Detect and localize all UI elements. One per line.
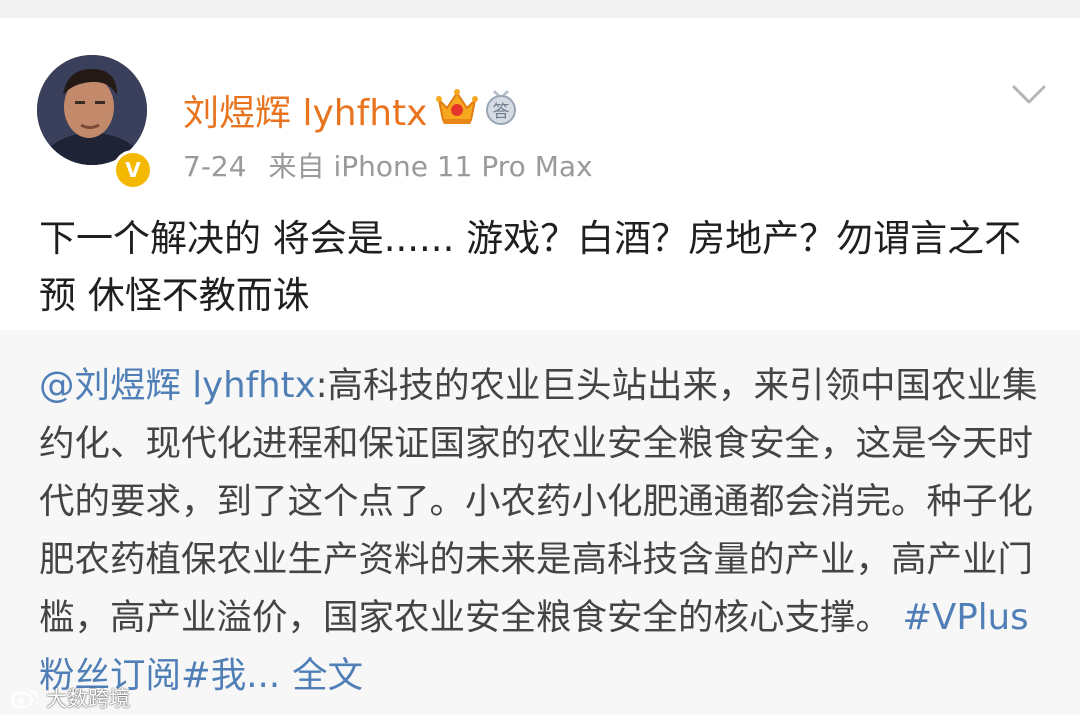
post-text: 下一个解决的 将会是...... 游戏？白酒？房地产？勿谓言之不预 休怪不教而诛 <box>39 217 1022 317</box>
chevron-down-icon[interactable] <box>1012 84 1046 106</box>
repost-author-mention[interactable]: @刘煜辉 lyhfhtx <box>39 365 316 406</box>
weibo-logo-icon <box>11 690 38 708</box>
author-name[interactable]: 刘煜辉 lyhfhtx <box>183 84 427 136</box>
repost-text: @刘煜辉 lyhfhtx:高科技的农业巨头站出来，来引领中国农业集约化、现代化进… <box>39 357 1044 705</box>
vip-crown-icon[interactable] <box>436 88 478 126</box>
verified-badge: V <box>113 150 153 190</box>
avatar-portrait <box>37 55 147 165</box>
post-date: 7-24 <box>183 150 247 183</box>
weibo-post-card: V 刘煜辉 lyhfhtx 答 7-24 来自 iPhone 11 Pro Max… <box>0 18 1080 330</box>
full-text-link[interactable]: 全文 <box>292 655 363 696</box>
answer-badge-icon[interactable]: 答 <box>484 89 518 125</box>
watermark-text: 大数跨境 <box>46 687 130 711</box>
avatar[interactable] <box>37 55 147 165</box>
watermark: 大数跨境 <box>10 683 130 713</box>
repost-card[interactable]: @刘煜辉 lyhfhtx:高科技的农业巨头站出来，来引领中国农业集约化、现代化进… <box>0 330 1080 715</box>
post-source: 来自 iPhone 11 Pro Max <box>268 150 593 183</box>
answer-badge-text: 答 <box>493 102 510 122</box>
post-meta: 7-24 来自 iPhone 11 Pro Max <box>183 145 593 185</box>
